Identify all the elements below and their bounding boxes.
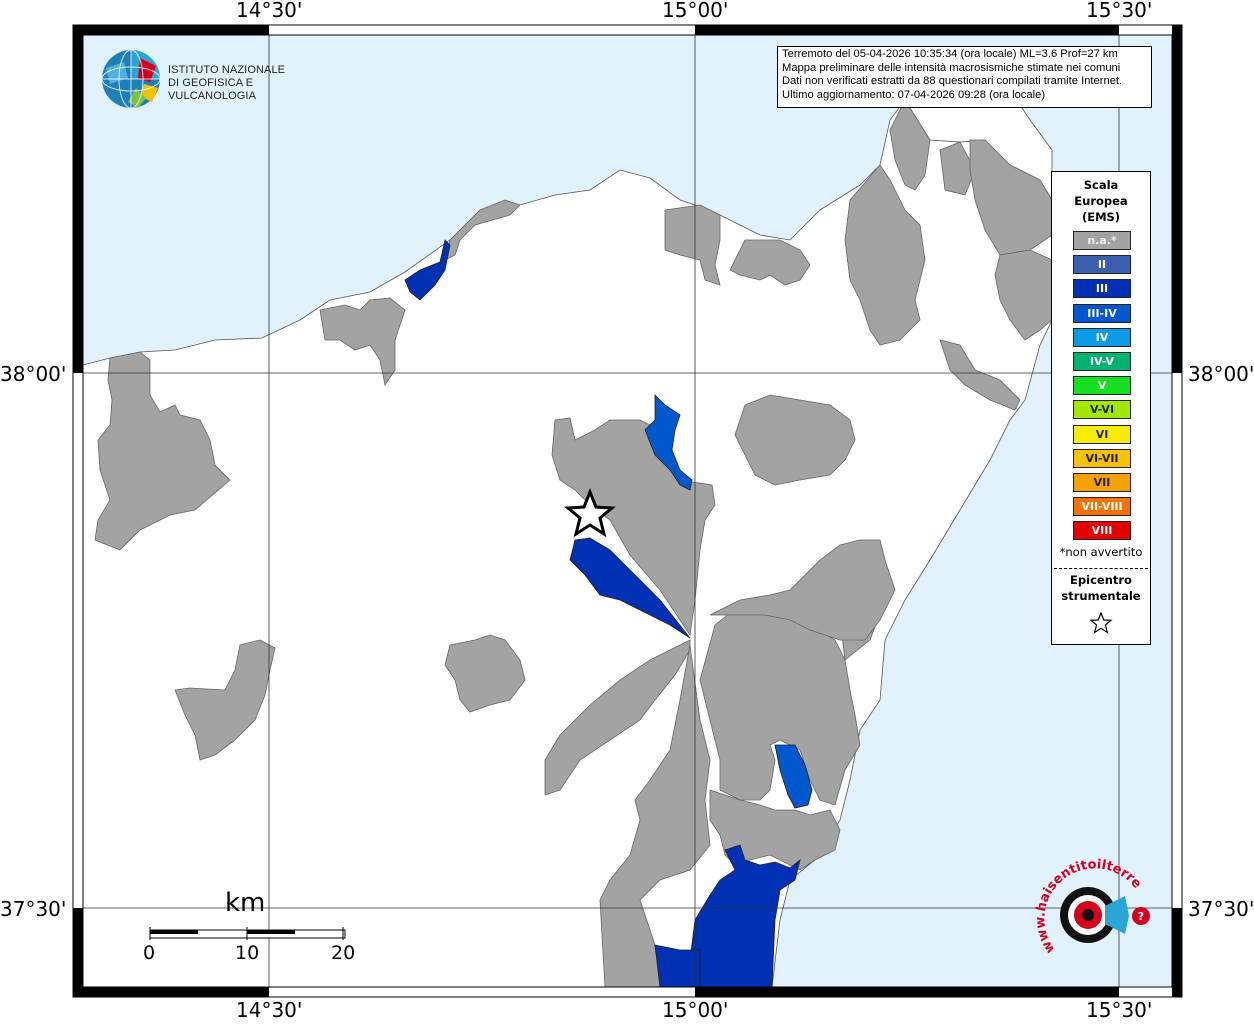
ingv-logo: ISTITUTO NAZIONALE DI GEOFISICA E VULCAN… bbox=[100, 48, 320, 110]
scale-unit: km bbox=[225, 888, 266, 918]
coord-top-3: 15°30' bbox=[1086, 0, 1153, 22]
legend-item-iii: III bbox=[1073, 279, 1131, 299]
legend-epi-line: Epicentro bbox=[1070, 573, 1132, 587]
event-info-box: Terremoto del 05-04-2026 10:35:34 (ora l… bbox=[777, 46, 1152, 108]
legend-item-iv-v: IV-V bbox=[1073, 352, 1131, 371]
ingv-globe-icon bbox=[101, 49, 161, 109]
coord-bottom-1: 14°30' bbox=[236, 998, 303, 1022]
event-info-line: Ultimo aggiornamento: 07-04-2026 09:28 (… bbox=[782, 88, 1046, 101]
scale-label-10: 10 bbox=[235, 942, 260, 964]
coord-top-1: 14°30' bbox=[236, 0, 303, 22]
ingv-logo-text: ISTITUTO NAZIONALE DI GEOFISICA E VULCAN… bbox=[168, 64, 320, 103]
haisentito-emblem-icon: ? www.haisentitoilterremoto.it bbox=[1018, 847, 1150, 956]
scale-bar: km 0 10 20 bbox=[143, 885, 365, 965]
coord-bottom-2: 15°00' bbox=[662, 998, 729, 1022]
legend-item-ii: II bbox=[1073, 255, 1131, 275]
legend-item-viii: VIII bbox=[1073, 521, 1131, 541]
legend-item-iv: IV bbox=[1073, 327, 1131, 347]
legend-item-vii-viii: VII-VIII bbox=[1073, 497, 1131, 517]
ingv-line2: DI GEOFISICA E VULCANOLOGIA bbox=[168, 77, 257, 102]
legend-star-icon bbox=[1089, 612, 1113, 634]
coord-left-1: 38°00' bbox=[0, 362, 67, 386]
coord-top-2: 15°00' bbox=[662, 0, 729, 22]
coord-bottom-3: 15°30' bbox=[1086, 998, 1153, 1022]
legend-note: *non avvertito bbox=[1059, 545, 1143, 559]
legend-item-v-vi: V-VI bbox=[1073, 400, 1131, 420]
legend-title-line: Scala bbox=[1083, 178, 1119, 192]
legend-item-v: V bbox=[1073, 376, 1131, 396]
scale-label-20: 20 bbox=[331, 942, 356, 964]
legend-item-n-a: n.a.* bbox=[1073, 231, 1131, 250]
ingv-line1: ISTITUTO NAZIONALE bbox=[168, 64, 286, 76]
haisentito-logo: ? www.haisentitoilterremoto.it bbox=[1018, 847, 1165, 973]
legend-item-vi: VI bbox=[1073, 424, 1131, 444]
scale-label-0: 0 bbox=[143, 942, 156, 964]
legend-epicenter-label: Epicentro strumentale bbox=[1052, 572, 1150, 604]
ems-legend: Scala Europea (EMS) n.a.* II III III-IV IV IV… bbox=[1051, 171, 1151, 645]
legend-item-vi-vii: VI-VII bbox=[1073, 448, 1131, 468]
event-info-line: Mappa preliminare delle intensità macros… bbox=[782, 61, 1121, 74]
scale-bar-graphic bbox=[149, 927, 346, 940]
legend-title: Scala Europea (EMS) bbox=[1052, 177, 1150, 225]
event-info-line: Dati non verificati estratti da 88 quest… bbox=[782, 75, 1123, 87]
coord-right-1: 38°00' bbox=[1188, 362, 1254, 386]
legend-title-line: Europea bbox=[1074, 194, 1128, 208]
coord-right-2: 37°30' bbox=[1188, 897, 1254, 921]
legend-separator bbox=[1054, 568, 1148, 569]
legend-title-line: (EMS) bbox=[1081, 210, 1121, 224]
legend-item-vii: VII bbox=[1073, 473, 1131, 492]
legend-epi-line: strumentale bbox=[1061, 589, 1141, 603]
event-info-line: Terremoto del 05-04-2026 10:35:34 (ora l… bbox=[782, 48, 1118, 60]
coord-left-2: 37°30' bbox=[0, 897, 67, 921]
legend-item-iii-iv: III-IV bbox=[1073, 303, 1131, 323]
svg-text:?: ? bbox=[1138, 910, 1144, 923]
